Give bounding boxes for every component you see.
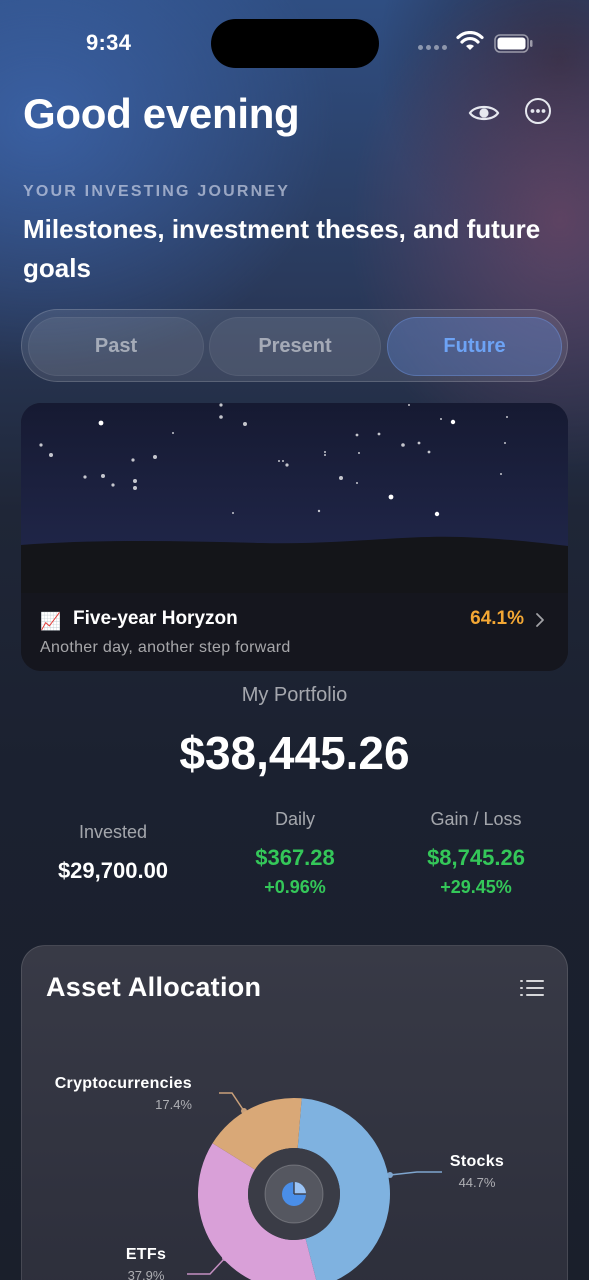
- wifi-icon: [456, 31, 484, 50]
- gain-loss-value: $8,745.26: [427, 845, 525, 870]
- greeting-title: Good evening: [23, 90, 300, 137]
- dynamic-island: [211, 19, 379, 68]
- metric-invested: Invested $29,700.00: [23, 822, 203, 884]
- invested-label: Invested: [78, 822, 148, 842]
- status-time: 9:34: [86, 30, 132, 55]
- allocation-percent: 37.9%: [127, 1268, 165, 1280]
- daily-value: $367.28: [255, 845, 335, 870]
- goal-card[interactable]: 📈 Five-year Horyzon 64.1% Another day, a…: [21, 403, 568, 671]
- asset-allocation-card: Asset Allocation Cryptocurrencies 17.4% …: [21, 945, 568, 1280]
- allocation-label-crypto: Cryptocurrencies 17.4%: [46, 1075, 192, 1112]
- segment-past[interactable]: Past: [28, 317, 204, 376]
- allocation-percent: 17.4%: [155, 1097, 192, 1112]
- portfolio-label: My Portfolio: [241, 684, 348, 706]
- goal-card-footer: 📈 Five-year Horyzon 64.1% Another day, a…: [21, 593, 568, 671]
- allocation-label-stocks: Stocks 44.7%: [447, 1153, 507, 1190]
- allocation-name: ETFs: [125, 1246, 167, 1263]
- allocation-donut-chart: [187, 1092, 442, 1280]
- chart-increasing-icon: 📈: [40, 612, 62, 631]
- allocation-label-etfs: ETFs 37.9%: [122, 1246, 170, 1280]
- goal-progress-percent: 64.1%: [470, 608, 524, 629]
- eye-icon: [468, 105, 500, 121]
- allocation-name: Stocks: [449, 1153, 505, 1170]
- daily-label: Daily: [274, 809, 315, 829]
- section-eyebrow: YOUR INVESTING JOURNEY: [23, 183, 291, 200]
- night-sky-illustration: [21, 403, 568, 593]
- goal-subtitle: Another day, another step forward: [40, 639, 291, 656]
- section-subtitle: Milestones, investment theses, and futur…: [23, 214, 541, 283]
- chevron-right-icon: [536, 613, 544, 627]
- battery-icon: [494, 34, 533, 53]
- pie-chart-icon: [282, 1182, 306, 1206]
- metric-daily: Daily $367.28 +0.96%: [205, 809, 385, 898]
- allocation-percent: 44.7%: [458, 1175, 496, 1190]
- gain-loss-label: Gain / Loss: [430, 809, 522, 829]
- ellipsis-circle-icon: [525, 98, 551, 124]
- segment-present[interactable]: Present: [209, 317, 381, 376]
- visibility-toggle-button[interactable]: [467, 96, 501, 130]
- metric-gain-loss: Gain / Loss $8,745.26 +29.45%: [386, 809, 566, 898]
- daily-change: +0.96%: [264, 877, 326, 897]
- gain-loss-change: +29.45%: [440, 877, 512, 897]
- portfolio-total-value: $38,445.26: [179, 727, 410, 779]
- allocation-name: Cryptocurrencies: [54, 1075, 192, 1092]
- more-options-button[interactable]: [523, 96, 553, 126]
- cellular-signal-icon: [418, 45, 447, 50]
- segment-future[interactable]: Future: [387, 317, 562, 376]
- invested-value: $29,700.00: [57, 858, 169, 883]
- goal-title: Five-year Horyzon: [73, 608, 238, 629]
- timeline-segmented-control: Past Present Future: [21, 309, 568, 382]
